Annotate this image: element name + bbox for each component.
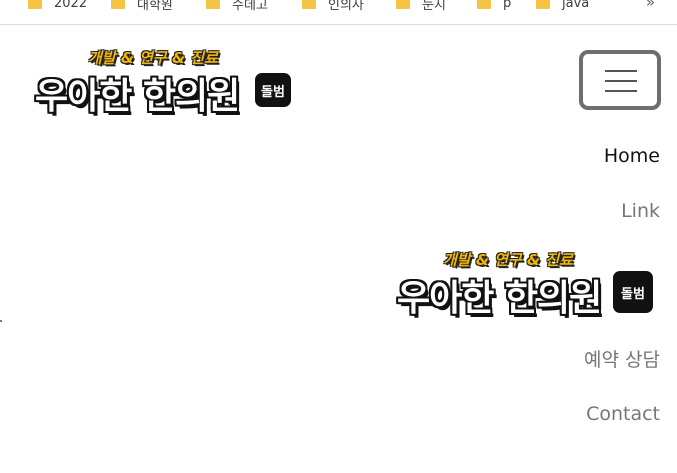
bookmark-label: 수데고	[232, 0, 268, 13]
folder-icon	[302, 0, 316, 9]
navbar-toggler-button[interactable]	[579, 50, 661, 110]
nav-link-contact[interactable]: Contact	[586, 403, 660, 425]
dropdown-logo-name: 우아한 한의원	[397, 278, 602, 319]
nav-link-home[interactable]: Home	[604, 145, 660, 167]
logo-name: 우아한 한의원	[35, 76, 240, 117]
folder-icon	[111, 0, 125, 9]
folder-icon	[396, 0, 410, 9]
gutter-dot	[0, 320, 2, 322]
bookmarks-overflow-chevron-icon[interactable]: »	[646, 0, 655, 11]
bookmark-java[interactable]: java	[536, 0, 589, 13]
bookmark-grad-school[interactable]: 대학원	[111, 0, 173, 13]
bookmark-label: 인의사	[328, 0, 364, 13]
bookmark-inuisa[interactable]: 인의사	[302, 0, 364, 13]
bookmark-p[interactable]: p	[477, 0, 511, 13]
bookmark-sudego[interactable]: 수데고	[206, 0, 268, 13]
bookmark-label: 2022	[54, 0, 88, 11]
page-left-gutter	[0, 25, 8, 473]
bookmark-nunji[interactable]: 눈지	[396, 0, 446, 13]
page-content: 개발 & 연구 & 진료 우아한 한의원 돌범 Home Link 개발 & 연…	[8, 25, 677, 473]
logo-badge: 돌범	[257, 75, 289, 105]
bookmark-2022[interactable]: 2022	[28, 0, 87, 13]
folder-icon	[536, 0, 550, 9]
logo-tagline: 개발 & 연구 & 진료	[88, 49, 218, 67]
navbar-brand-logo[interactable]: 개발 & 연구 & 진료 우아한 한의원 돌범	[33, 45, 303, 117]
bookmark-label: 눈지	[422, 0, 446, 13]
bookmark-label: java	[562, 0, 590, 11]
nav-link-link[interactable]: Link	[621, 200, 660, 222]
folder-icon	[206, 0, 220, 9]
folder-icon	[28, 0, 42, 9]
folder-icon	[477, 0, 491, 9]
nav-link-reservation[interactable]: 예약 상담	[584, 345, 660, 372]
dropdown-logo[interactable]: 개발 & 연구 & 진료 우아한 한의원 돌범	[395, 247, 665, 319]
dropdown-logo-tagline: 개발 & 연구 & 진료	[443, 251, 573, 269]
bookmark-label: p	[503, 0, 512, 11]
bookmark-label: 대학원	[137, 0, 173, 13]
dropdown-logo-badge: 돌범	[615, 273, 651, 311]
bookmarks-bar: 2022 대학원 수데고 인의사 눈지 p java »	[0, 0, 677, 25]
